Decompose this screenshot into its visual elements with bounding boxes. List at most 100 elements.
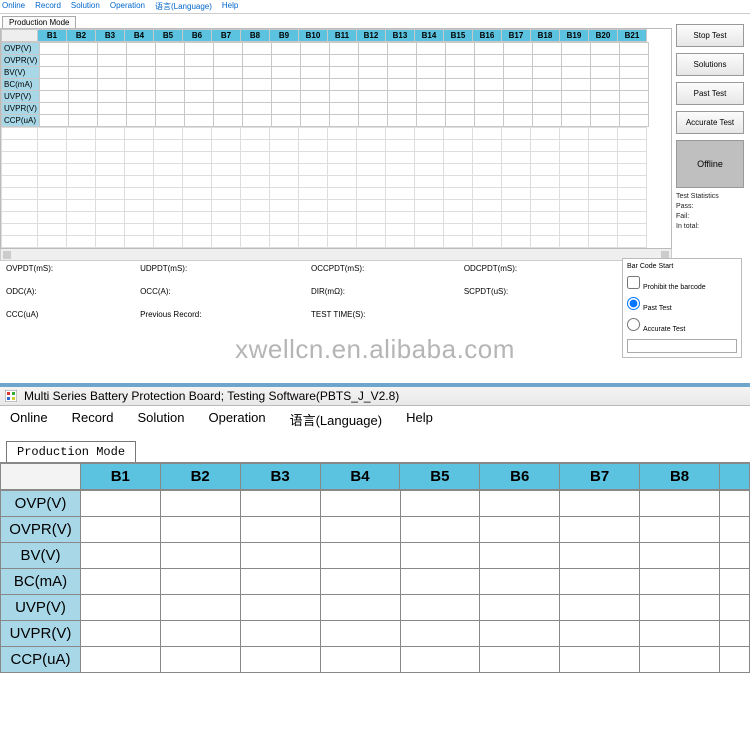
grid-cell[interactable] bbox=[446, 55, 475, 67]
grid-cell[interactable] bbox=[272, 55, 301, 67]
grid-cell[interactable] bbox=[40, 103, 69, 115]
grid-cell[interactable] bbox=[330, 55, 359, 67]
grid-cell[interactable] bbox=[720, 569, 750, 595]
past-test-button[interactable]: Past Test bbox=[676, 82, 744, 105]
row-header[interactable]: UVPR(V) bbox=[2, 103, 40, 115]
grid-cell[interactable] bbox=[243, 67, 272, 79]
grid-cell[interactable] bbox=[720, 621, 750, 647]
grid-cell[interactable] bbox=[504, 79, 533, 91]
grid-cell[interactable] bbox=[359, 115, 388, 127]
data-grid[interactable]: B1B2B3B4B5B6B7B8B9B10B11B12B13B14B15B16B… bbox=[0, 28, 672, 249]
menu-online[interactable]: Online bbox=[10, 410, 48, 429]
grid-cell[interactable] bbox=[640, 543, 720, 569]
grid-cell[interactable] bbox=[591, 67, 620, 79]
grid-cell[interactable] bbox=[214, 43, 243, 55]
grid-cell[interactable] bbox=[185, 55, 214, 67]
grid-cell[interactable] bbox=[301, 115, 330, 127]
grid-cell[interactable] bbox=[475, 79, 504, 91]
grid-cell[interactable] bbox=[417, 55, 446, 67]
grid-cell[interactable] bbox=[301, 103, 330, 115]
grid-cell[interactable] bbox=[720, 543, 750, 569]
grid-cell[interactable] bbox=[98, 91, 127, 103]
grid-cell[interactable] bbox=[640, 517, 720, 543]
row-header[interactable]: BC(mA) bbox=[2, 79, 40, 91]
accurate-test-button[interactable]: Accurate Test bbox=[676, 111, 744, 134]
grid-cell[interactable] bbox=[562, 79, 591, 91]
grid-cell[interactable] bbox=[417, 115, 446, 127]
grid-cell[interactable] bbox=[417, 43, 446, 55]
grid-cell[interactable] bbox=[69, 115, 98, 127]
grid-cell[interactable] bbox=[446, 43, 475, 55]
data-grid[interactable]: B1B2B3B4B5B6B7B8 OVP(V)OVPR(V)BV(V)BC(mA… bbox=[0, 462, 750, 673]
grid-cell[interactable] bbox=[127, 79, 156, 91]
grid-cell[interactable] bbox=[446, 79, 475, 91]
menu-operation[interactable]: Operation bbox=[208, 410, 265, 429]
row-header[interactable]: UVP(V) bbox=[1, 595, 81, 621]
grid-cell[interactable] bbox=[560, 517, 640, 543]
grid-cell[interactable] bbox=[504, 115, 533, 127]
grid-cell[interactable] bbox=[560, 621, 640, 647]
grid-cell[interactable] bbox=[243, 103, 272, 115]
grid-cell[interactable] bbox=[475, 103, 504, 115]
column-header[interactable]: B9 bbox=[270, 30, 299, 42]
grid-cell[interactable] bbox=[417, 103, 446, 115]
grid-cell[interactable] bbox=[214, 115, 243, 127]
grid-cell[interactable] bbox=[400, 517, 480, 543]
column-header[interactable]: B2 bbox=[67, 30, 96, 42]
grid-cell[interactable] bbox=[475, 91, 504, 103]
grid-cell[interactable] bbox=[591, 115, 620, 127]
column-header[interactable]: B5 bbox=[154, 30, 183, 42]
grid-cell[interactable] bbox=[243, 43, 272, 55]
column-header[interactable]: B6 bbox=[183, 30, 212, 42]
menu-operation[interactable]: Operation bbox=[110, 1, 145, 12]
grid-cell[interactable] bbox=[475, 43, 504, 55]
grid-cell[interactable] bbox=[214, 103, 243, 115]
grid-cell[interactable] bbox=[400, 647, 480, 673]
column-header[interactable]: B4 bbox=[125, 30, 154, 42]
grid-cell[interactable] bbox=[156, 91, 185, 103]
menu-help[interactable]: Help bbox=[222, 1, 238, 12]
column-header[interactable]: B7 bbox=[212, 30, 241, 42]
grid-cell[interactable] bbox=[301, 79, 330, 91]
grid-cell[interactable] bbox=[620, 79, 649, 91]
grid-cell[interactable] bbox=[320, 491, 400, 517]
column-header[interactable] bbox=[719, 464, 749, 490]
grid-cell[interactable] bbox=[504, 103, 533, 115]
grid-cell[interactable] bbox=[185, 115, 214, 127]
grid-cell[interactable] bbox=[475, 115, 504, 127]
grid-cell[interactable] bbox=[417, 91, 446, 103]
grid-cell[interactable] bbox=[504, 43, 533, 55]
row-header[interactable]: CCP(uA) bbox=[2, 115, 40, 127]
column-header[interactable]: B2 bbox=[160, 464, 240, 490]
grid-cell[interactable] bbox=[560, 491, 640, 517]
grid-cell[interactable] bbox=[214, 79, 243, 91]
grid-cell[interactable] bbox=[359, 67, 388, 79]
grid-cell[interactable] bbox=[446, 91, 475, 103]
grid-cell[interactable] bbox=[330, 43, 359, 55]
grid-cell[interactable] bbox=[156, 55, 185, 67]
grid-cell[interactable] bbox=[160, 543, 240, 569]
column-header[interactable]: B5 bbox=[400, 464, 480, 490]
grid-cell[interactable] bbox=[533, 67, 562, 79]
grid-cell[interactable] bbox=[272, 103, 301, 115]
grid-cell[interactable] bbox=[388, 91, 417, 103]
solutions-button[interactable]: Solutions bbox=[676, 53, 744, 76]
grid-cell[interactable] bbox=[243, 55, 272, 67]
grid-cell[interactable] bbox=[69, 91, 98, 103]
grid-cell[interactable] bbox=[388, 103, 417, 115]
grid-cell[interactable] bbox=[160, 621, 240, 647]
row-header[interactable]: BC(mA) bbox=[1, 569, 81, 595]
grid-cell[interactable] bbox=[640, 647, 720, 673]
grid-cell[interactable] bbox=[533, 79, 562, 91]
radio-past-test[interactable]: Past Test bbox=[627, 297, 737, 312]
grid-cell[interactable] bbox=[640, 621, 720, 647]
grid-cell[interactable] bbox=[562, 67, 591, 79]
grid-cell[interactable] bbox=[640, 569, 720, 595]
grid-cell[interactable] bbox=[127, 91, 156, 103]
grid-cell[interactable] bbox=[69, 43, 98, 55]
grid-cell[interactable] bbox=[562, 55, 591, 67]
grid-cell[interactable] bbox=[388, 115, 417, 127]
grid-cell[interactable] bbox=[359, 79, 388, 91]
grid-cell[interactable] bbox=[301, 55, 330, 67]
column-header[interactable]: B15 bbox=[444, 30, 473, 42]
